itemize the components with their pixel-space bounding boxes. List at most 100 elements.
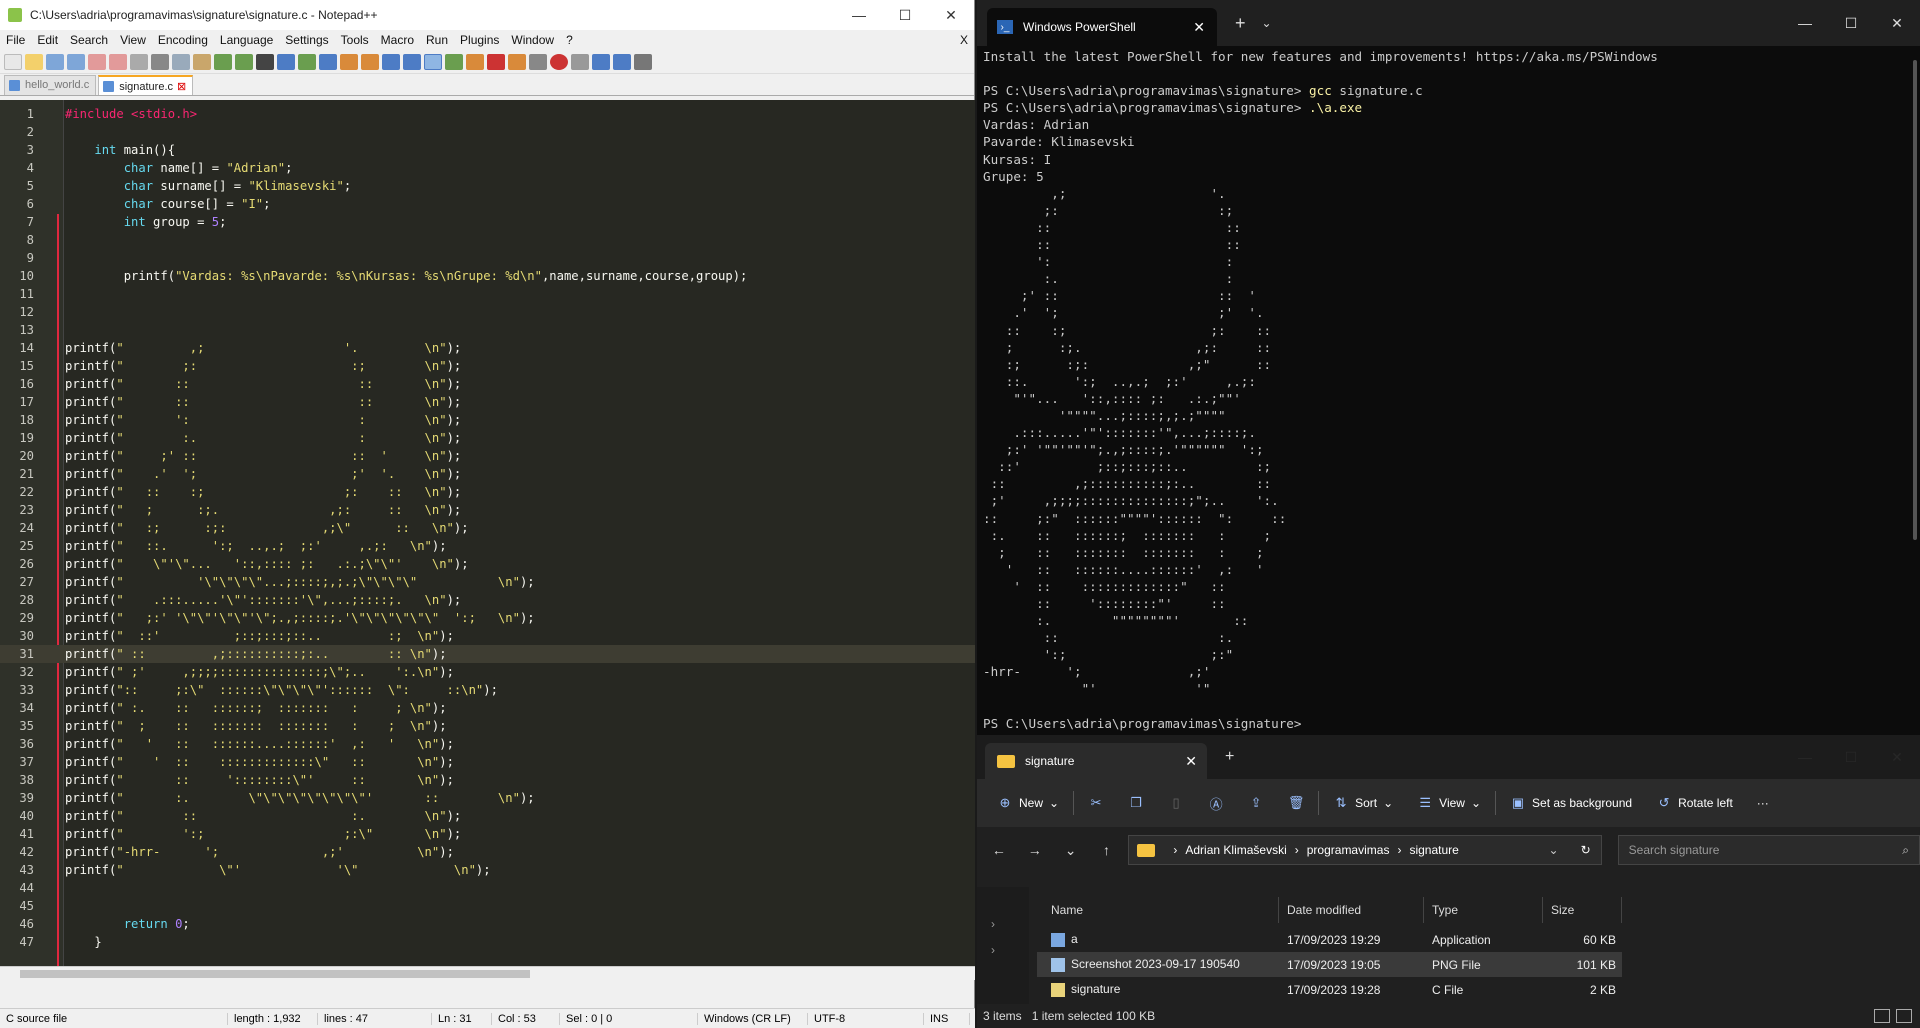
- rotate-left-button[interactable]: ↺ Rotate left: [1646, 787, 1743, 819]
- horizontal-scrollbar[interactable]: [0, 966, 975, 980]
- header-date[interactable]: Date modified: [1279, 897, 1424, 923]
- menu-settings[interactable]: Settings: [279, 33, 334, 47]
- search-input[interactable]: Search signature ⌕: [1617, 835, 1920, 865]
- maximize-icon[interactable]: ☐: [882, 0, 928, 30]
- play-macro-icon[interactable]: [592, 53, 610, 70]
- menu-tools[interactable]: Tools: [335, 33, 375, 47]
- more-options-button[interactable]: ···: [1747, 787, 1779, 819]
- maximize-icon[interactable]: ☐: [1828, 8, 1874, 38]
- recent-chevron-icon[interactable]: ⌄: [1057, 842, 1085, 859]
- redo-icon[interactable]: [235, 53, 253, 70]
- chevron-down-icon[interactable]: ⌄: [1262, 16, 1272, 30]
- menu-search[interactable]: Search: [64, 33, 114, 47]
- menu-language[interactable]: Language: [214, 33, 279, 47]
- close-file-icon[interactable]: [88, 53, 106, 70]
- menu-file[interactable]: File: [0, 33, 31, 47]
- tiles-view-icon[interactable]: [1896, 1009, 1912, 1023]
- tab-close-icon[interactable]: ✕: [1185, 753, 1197, 770]
- new-file-icon[interactable]: [4, 53, 22, 70]
- close-icon[interactable]: ✕: [928, 0, 974, 30]
- menu-run[interactable]: Run: [420, 33, 454, 47]
- terminal-output[interactable]: Install the latest PowerShell for new fe…: [983, 48, 1910, 732]
- maximize-icon[interactable]: ☐: [1828, 742, 1874, 772]
- word-wrap-icon[interactable]: [382, 53, 400, 70]
- breadcrumb-user[interactable]: Adrian Klimaševski: [1185, 843, 1286, 857]
- menu-close-doc[interactable]: X: [954, 33, 974, 47]
- navigation-pane[interactable]: › ›: [977, 887, 1029, 1007]
- terminal-scrollbar[interactable]: [1913, 60, 1917, 540]
- view-button[interactable]: ☰ View ⌄: [1407, 787, 1491, 819]
- sync-h-icon[interactable]: [361, 53, 379, 70]
- udl-icon[interactable]: [445, 53, 463, 70]
- tab-close-icon[interactable]: ✕: [1193, 19, 1205, 36]
- tab-close-icon[interactable]: ⊠: [177, 81, 186, 93]
- sync-v-icon[interactable]: [340, 53, 358, 70]
- paste-button[interactable]: ▯: [1158, 787, 1194, 819]
- sort-button[interactable]: ⇅ Sort ⌄: [1323, 787, 1403, 819]
- tab-signature[interactable]: signature.c ⊠: [98, 75, 194, 95]
- status-encoding[interactable]: UTF-8: [808, 1012, 924, 1025]
- share-button[interactable]: ⇪: [1238, 787, 1274, 819]
- menu-plugins[interactable]: Plugins: [454, 33, 505, 47]
- zoom-in-icon[interactable]: [298, 53, 316, 70]
- new-tab-icon[interactable]: +: [1235, 13, 1246, 34]
- forward-icon[interactable]: →: [1021, 842, 1049, 858]
- menu-edit[interactable]: Edit: [31, 33, 64, 47]
- menu-view[interactable]: View: [114, 33, 152, 47]
- cut-button[interactable]: ✂: [1078, 787, 1114, 819]
- scrollbar-thumb[interactable]: [20, 970, 530, 978]
- details-view-icon[interactable]: [1874, 1009, 1890, 1023]
- tab-hello-world[interactable]: hello_world.c: [4, 75, 97, 95]
- breadcrumb-programavimas[interactable]: programavimas: [1307, 843, 1390, 857]
- minimize-icon[interactable]: —: [836, 0, 882, 30]
- monitoring-icon[interactable]: [529, 53, 547, 70]
- menu-window[interactable]: Window: [505, 33, 560, 47]
- stop-macro-icon[interactable]: [571, 53, 589, 70]
- function-list-icon[interactable]: [487, 53, 505, 70]
- chevron-right-icon[interactable]: ›: [991, 917, 995, 931]
- file-row[interactable]: a 17/09/2023 19:29 Application 60 KB: [1037, 927, 1622, 952]
- new-button[interactable]: ⊕ New ⌄: [987, 787, 1069, 819]
- file-row[interactable]: Screenshot 2023-09-17 190540 17/09/2023 …: [1037, 952, 1622, 977]
- minimize-icon[interactable]: —: [1782, 8, 1828, 38]
- folder-workspace-icon[interactable]: [508, 53, 526, 70]
- new-tab-icon[interactable]: +: [1225, 748, 1234, 766]
- find-icon[interactable]: [256, 53, 274, 70]
- save-all-icon[interactable]: [67, 53, 85, 70]
- back-icon[interactable]: ←: [985, 842, 1013, 858]
- copy-icon[interactable]: [172, 53, 190, 70]
- chevron-right-icon[interactable]: ›: [991, 943, 995, 957]
- close-all-icon[interactable]: [109, 53, 127, 70]
- zoom-out-icon[interactable]: [319, 53, 337, 70]
- file-row[interactable]: signature 17/09/2023 19:28 C File 2 KB: [1037, 977, 1622, 1002]
- status-eol[interactable]: Windows (CR LF): [698, 1012, 808, 1025]
- undo-icon[interactable]: [214, 53, 232, 70]
- doc-map-icon[interactable]: [466, 53, 484, 70]
- code-editor[interactable]: 1 #include <stdio.h> 2 3 int main(){4 char …: [0, 100, 975, 980]
- record-macro-icon[interactable]: [550, 53, 568, 70]
- show-all-chars-icon[interactable]: [403, 53, 421, 70]
- delete-button[interactable]: 🗑: [1278, 787, 1314, 819]
- refresh-icon[interactable]: ↻: [1581, 843, 1591, 857]
- rename-button[interactable]: Ⓐ: [1198, 787, 1234, 819]
- tab-signature-folder[interactable]: signature ✕: [985, 743, 1207, 779]
- indent-guide-icon[interactable]: [424, 53, 442, 70]
- minimize-icon[interactable]: —: [1782, 742, 1828, 772]
- address-bar[interactable]: › Adrian Klimaševski › programavimas › s…: [1128, 835, 1602, 865]
- header-name[interactable]: Name: [1037, 897, 1279, 923]
- print-icon[interactable]: [130, 53, 148, 70]
- menu-macro[interactable]: Macro: [375, 33, 420, 47]
- breadcrumb-signature[interactable]: signature: [1409, 843, 1458, 857]
- up-icon[interactable]: ↑: [1093, 842, 1121, 858]
- save-icon[interactable]: [46, 53, 64, 70]
- cut-icon[interactable]: [151, 53, 169, 70]
- menu-encoding[interactable]: Encoding: [152, 33, 214, 47]
- set-background-button[interactable]: ▣ Set as background: [1500, 787, 1642, 819]
- copy-button[interactable]: ❐: [1118, 787, 1154, 819]
- header-size[interactable]: Size: [1543, 897, 1622, 923]
- open-file-icon[interactable]: [25, 53, 43, 70]
- close-icon[interactable]: ✕: [1874, 8, 1920, 38]
- chevron-down-icon[interactable]: ⌄: [1549, 843, 1559, 857]
- save-macro-icon[interactable]: [634, 53, 652, 70]
- run-macro-multiple-icon[interactable]: [613, 53, 631, 70]
